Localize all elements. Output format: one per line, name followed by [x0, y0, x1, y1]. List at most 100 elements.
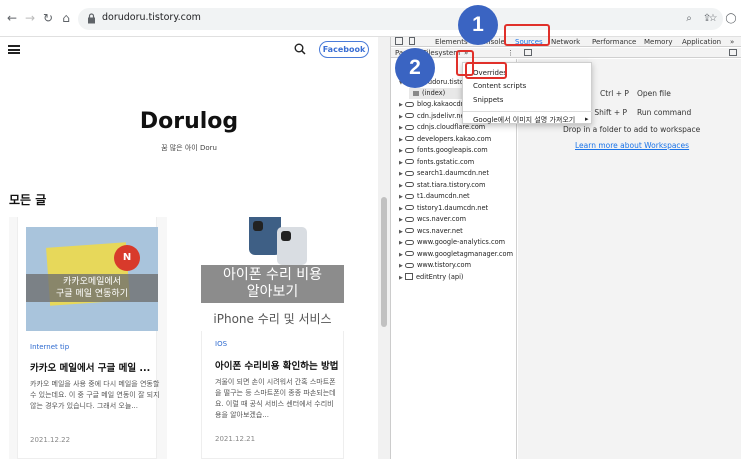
- address-bar[interactable]: dorudoru.tistory.com ⌕ ⇪: [78, 8, 723, 30]
- menu-item-snippets[interactable]: Snippets: [473, 96, 503, 104]
- zoom-icon[interactable]: ⌕: [682, 12, 696, 26]
- expand-triangle-icon[interactable]: ▶: [399, 250, 405, 261]
- expand-triangle-icon[interactable]: ▶: [399, 135, 405, 146]
- frame-icon: [405, 273, 413, 280]
- tree-item[interactable]: ▶ t1.daumcdn.net: [399, 191, 470, 202]
- reload-icon[interactable]: ↻: [40, 10, 56, 26]
- bookmark-star-icon[interactable]: ☆: [706, 12, 720, 26]
- page-scrollbar[interactable]: [378, 37, 390, 459]
- expand-triangle-icon[interactable]: ▶: [399, 169, 405, 180]
- sources-nav-tabs: Page Filesystem » ⋮: [391, 48, 741, 58]
- caption-line: 알아보기: [246, 284, 299, 300]
- tree-item[interactable]: ▶ stat.tiara.tistory.com: [399, 180, 485, 191]
- devtools-tab-bar: Elements Console Sources Network Perform…: [391, 37, 741, 47]
- tree-item[interactable]: ▶ wcs.naver.com: [399, 214, 466, 225]
- section-title: 모든 글: [9, 193, 47, 207]
- facebook-button[interactable]: Facebook: [319, 41, 369, 58]
- tree-item-label: editEntry (api): [416, 272, 464, 281]
- expand-triangle-icon[interactable]: ▶: [399, 204, 405, 215]
- inspect-element-icon[interactable]: [395, 37, 403, 45]
- expand-triangle-icon[interactable]: ▶: [399, 100, 405, 111]
- tree-item[interactable]: ▶ cdn.jsdelivr.net: [399, 111, 467, 122]
- caption-line: 카카오메일에서: [63, 277, 121, 287]
- scrollbar-thumb[interactable]: [381, 197, 387, 327]
- cloud-icon: [405, 193, 414, 199]
- expand-triangle-icon[interactable]: ▶: [399, 181, 405, 192]
- more-options-icon[interactable]: ⋮: [507, 48, 514, 58]
- expand-triangle-icon[interactable]: ▶: [399, 227, 405, 238]
- tab-memory[interactable]: Memory: [644, 37, 672, 47]
- post-thumbnail[interactable]: N 카카오메일에서 구글 메일 연동하기: [26, 227, 158, 331]
- device-toolbar-icon[interactable]: [409, 37, 415, 45]
- shortcut-action: Run command: [637, 108, 692, 117]
- post-category[interactable]: Internet tip: [30, 343, 69, 351]
- expand-triangle-icon[interactable]: ▶: [399, 123, 405, 134]
- cloud-icon: [405, 251, 414, 256]
- tree-item-label: www.google-analytics.com: [417, 238, 506, 246]
- cloud-icon: [405, 136, 414, 141]
- tree-item[interactable]: ▶ developers.kakao.com: [399, 134, 491, 145]
- tree-item[interactable]: ▶ www.googletagmanager.com: [399, 249, 513, 260]
- home-icon[interactable]: ⌂: [58, 10, 74, 26]
- cloud-icon: [405, 147, 414, 153]
- workspace-link[interactable]: Learn more about Workspaces: [575, 141, 689, 150]
- search-icon[interactable]: [294, 43, 306, 55]
- expand-triangle-icon[interactable]: ▶: [399, 261, 405, 272]
- profile-icon[interactable]: ◯: [724, 12, 738, 26]
- tree-item[interactable]: ▶ www.tistory.com: [399, 260, 471, 271]
- cloud-icon: [405, 113, 414, 118]
- post-thumbnail[interactable]: 아이폰 수리 비용 알아보기 iPhone 수리 및 서비스: [201, 217, 344, 331]
- cloud-icon: [405, 228, 414, 233]
- caption-line: 아이폰 수리 비용: [222, 267, 323, 283]
- browser-toolbar: ← → ↻ ⌂ dorudoru.tistory.com ⌕ ⇪ ☆ ◯: [0, 0, 741, 37]
- tree-item[interactable]: ▶ tistory1.daumcdn.net: [399, 203, 488, 214]
- tab-network[interactable]: Network: [551, 37, 580, 47]
- toggle-navigator-icon[interactable]: [524, 49, 532, 56]
- tree-item[interactable]: ▶ fonts.googleapis.com: [399, 145, 488, 156]
- tree-item-label: fonts.gstatic.com: [417, 157, 475, 166]
- post-title[interactable]: 아이폰 수리비용 확인하는 방법: [215, 358, 339, 372]
- tree-item[interactable]: ▶ fonts.gstatic.com: [399, 157, 474, 168]
- expand-triangle-icon[interactable]: ▶: [399, 158, 405, 169]
- tree-item-label: search1.daumcdn.net: [417, 169, 489, 177]
- camera-graphic: [253, 221, 263, 231]
- tab-performance[interactable]: Performance: [592, 37, 636, 47]
- caption-line: 구글 메일 연동하기: [56, 289, 128, 299]
- tree-item-label: developers.kakao.com: [417, 134, 492, 143]
- menu-separator: [463, 111, 593, 112]
- tab-application[interactable]: Application: [682, 37, 721, 47]
- tree-item[interactable]: ▶ www.google-analytics.com: [399, 237, 505, 248]
- post-title[interactable]: 카카오 메일에서 구글 메일 ...: [30, 360, 150, 374]
- expand-triangle-icon[interactable]: ▶: [399, 192, 405, 203]
- shortcut-action: Open file: [637, 89, 671, 98]
- tree-item-label: wcs.naver.net: [417, 226, 463, 235]
- menu-item-content-scripts[interactable]: Content scripts: [473, 82, 526, 90]
- tree-item[interactable]: ▶ search1.daumcdn.net: [399, 168, 489, 179]
- tree-item[interactable]: (index): [413, 88, 445, 99]
- cloud-icon: [405, 124, 414, 130]
- blog-title[interactable]: Dorulog: [0, 109, 378, 134]
- tree-item[interactable]: ▶ editEntry (api): [399, 272, 464, 283]
- cloud-icon: [405, 216, 414, 222]
- forward-icon[interactable]: →: [22, 10, 38, 26]
- cloud-icon: [405, 182, 414, 187]
- submenu-arrow-icon: ▸: [585, 115, 589, 123]
- lock-icon: [88, 13, 95, 24]
- thumbnail-caption: 카카오메일에서 구글 메일 연동하기: [26, 274, 158, 302]
- back-icon[interactable]: ←: [4, 10, 20, 26]
- toggle-debugger-icon[interactable]: [729, 49, 737, 56]
- blog-subtitle: 꿈 많은 아이 Doru: [161, 144, 217, 152]
- tree-item[interactable]: ▶ wcs.naver.net: [399, 226, 463, 237]
- expand-triangle-icon[interactable]: ▶: [399, 238, 405, 249]
- expand-triangle-icon[interactable]: ▶: [399, 112, 405, 123]
- post-category[interactable]: IOS: [215, 340, 227, 348]
- menu-icon[interactable]: [8, 45, 20, 54]
- expand-triangle-icon[interactable]: ▶: [399, 215, 405, 226]
- tree-item-label: t1.daumcdn.net: [417, 192, 470, 200]
- camera-graphic: [281, 231, 291, 241]
- menu-item-image-description[interactable]: Google에서 이미지 설명 가져오기: [473, 115, 575, 125]
- tree-item-label: stat.tiara.tistory.com: [417, 180, 486, 189]
- more-tabs-icon[interactable]: »: [730, 37, 734, 47]
- expand-triangle-icon[interactable]: ▶: [399, 146, 405, 157]
- post-date: 2021.12.21: [215, 435, 256, 443]
